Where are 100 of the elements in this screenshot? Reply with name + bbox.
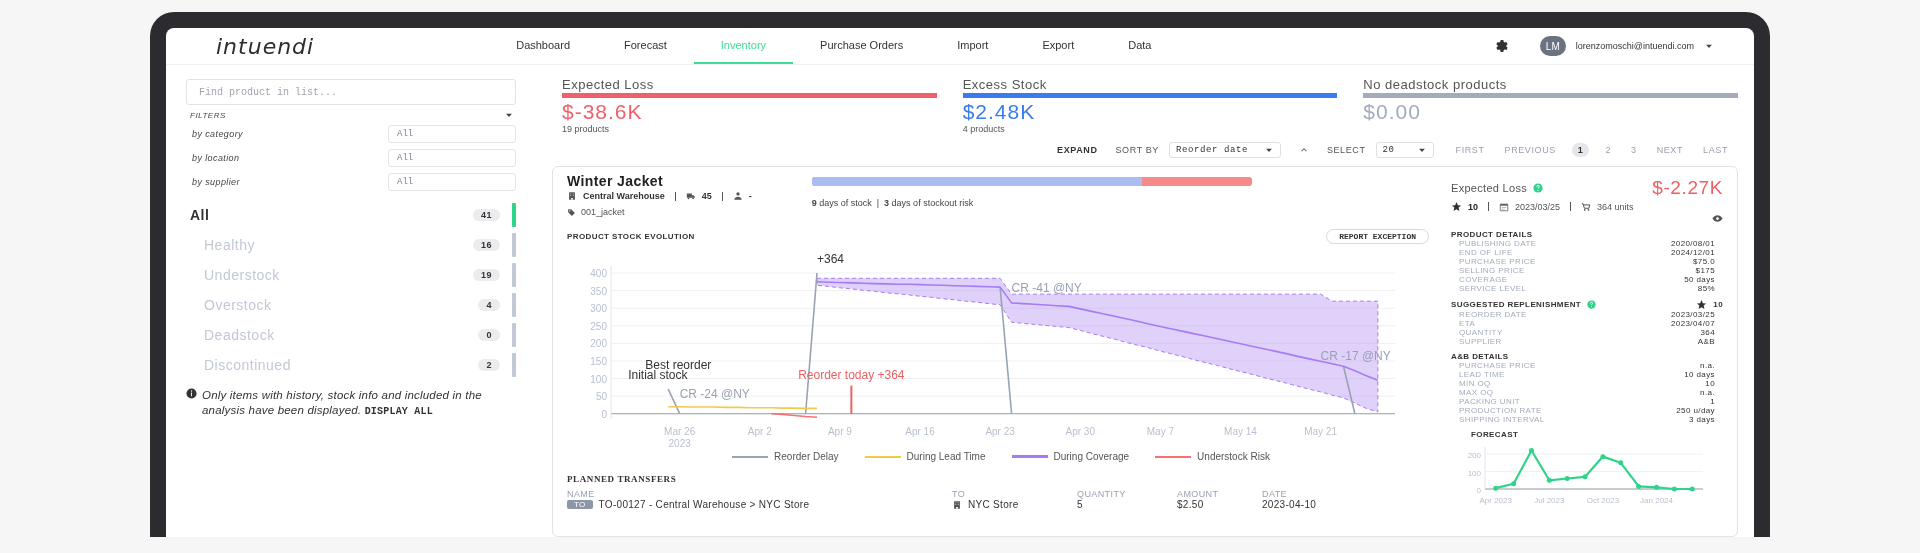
axis-label: 100 — [590, 373, 607, 385]
category-item[interactable]: Understock 19 — [186, 260, 516, 290]
person-icon — [732, 191, 743, 201]
axis-label: Oct 2023 — [1586, 496, 1620, 505]
data-point — [1511, 481, 1517, 487]
detail-value: 2023/04/07 — [1670, 319, 1715, 328]
detail-label: PRODUCTION RATE — [1459, 406, 1542, 415]
expected-loss-label: Expected Loss — [1451, 182, 1528, 194]
filter-dropdown[interactable]: All — [388, 125, 516, 143]
star-icon — [1696, 299, 1708, 310]
sort-dropdown[interactable]: Reorder date — [1168, 142, 1281, 158]
detail-value: A&B — [1697, 337, 1715, 346]
nav-tab[interactable]: Purchase Orders — [793, 28, 931, 64]
building-icon — [952, 499, 962, 510]
expand-button[interactable]: EXPAND — [1057, 145, 1098, 155]
axis-label: 250 — [590, 320, 607, 332]
priority-value: 10 — [1713, 300, 1723, 309]
page-size-dropdown[interactable]: 20 — [1375, 142, 1434, 158]
detail-label: PACKING UNIT — [1459, 397, 1521, 406]
axis-label: Jan 2024 — [1640, 496, 1673, 505]
chart-annotation: CR -17 @NY — [1320, 349, 1391, 364]
detail-value: 10 — [1705, 379, 1715, 388]
detail-label: MIN OQ — [1459, 379, 1491, 388]
user-avatar[interactable]: LM — [1539, 36, 1566, 56]
legend-label: During Lead Time — [906, 451, 986, 462]
detail-value: 1 — [1710, 397, 1715, 406]
stock-count: 45 — [701, 191, 712, 201]
axis-label: 50 — [595, 391, 607, 403]
data-point — [1582, 474, 1588, 480]
detail-label: END OF LIFE — [1459, 248, 1513, 257]
axis-label: May 7 — [1146, 426, 1174, 437]
nav-tab[interactable]: Dashboard — [489, 28, 597, 64]
priority-value: 10 — [1468, 201, 1478, 212]
app-logo[interactable]: intuendi — [216, 33, 315, 59]
nav-tab[interactable]: Data — [1101, 28, 1179, 64]
table-cell-text: 2023-04-10 — [1262, 499, 1318, 510]
indicator-bar — [512, 233, 516, 257]
data-point — [1528, 448, 1534, 453]
axis-label: 0 — [601, 408, 607, 420]
metric-subtitle: 19 products — [562, 124, 611, 134]
column-header: TO — [952, 489, 967, 499]
legend-swatch — [864, 455, 901, 458]
search-field[interactable]: Find product in list... — [186, 79, 516, 105]
section-title: PLANNED TRANSFERS — [567, 474, 678, 484]
select-label: SELECT — [1326, 145, 1366, 155]
chart-annotation: CR -24 @NY — [679, 386, 750, 401]
expected-loss-value: $-2.27K — [1652, 177, 1723, 199]
product-name: Winter Jacket — [567, 173, 665, 189]
truck-icon — [685, 191, 696, 201]
supplier-value: - — [748, 191, 752, 201]
detail-value: 3 days — [1689, 415, 1715, 424]
data-point — [1618, 460, 1624, 466]
display-all-link[interactable]: DISPLAY ALL — [364, 406, 433, 417]
count-badge: 0 — [478, 329, 500, 341]
nav-tab[interactable]: Export — [1015, 28, 1102, 64]
filter-dropdown[interactable]: All — [388, 173, 516, 191]
tag-icon — [567, 207, 576, 217]
reorder-marker — [850, 384, 853, 415]
category-item[interactable]: Overstock 4 — [186, 290, 516, 320]
reorder-date: 2023/03/25 — [1515, 201, 1561, 212]
detail-value: 2024/12/01 — [1670, 248, 1715, 257]
chart-annotation: Reorder today +364 — [798, 367, 905, 382]
report-exception-button[interactable]: REPORT EXCEPTION — [1326, 229, 1429, 244]
detail-value: n.a. — [1700, 388, 1715, 397]
detail-label: PURCHASE PRICE — [1459, 257, 1536, 266]
order-units: 364 units — [1597, 201, 1634, 212]
nav-tab[interactable]: Forecast — [597, 28, 694, 64]
detail-value: 50 days — [1684, 275, 1715, 284]
data-point — [1671, 486, 1677, 492]
type-tag: TO — [567, 500, 593, 509]
nav-tab[interactable]: Import — [930, 28, 1016, 64]
legend-label: Reorder Delay — [774, 451, 839, 462]
category-item[interactable]: All 41 — [186, 200, 516, 230]
detail-label: SHIPPING INTERVAL — [1459, 415, 1545, 424]
data-point — [1564, 476, 1570, 481]
pagination-link[interactable]: 1 — [1571, 143, 1590, 157]
category-item[interactable]: Deadstock 0 — [186, 320, 516, 350]
category-item[interactable]: Healthy 16 — [186, 230, 516, 260]
axis-label: 400 — [590, 268, 607, 280]
count-badge: 4 — [478, 299, 500, 311]
metric-title: Excess Stock — [962, 77, 1048, 92]
category-item[interactable]: Discontinued 2 — [186, 350, 516, 380]
axis-label: Apr 30 — [1065, 426, 1095, 437]
metric-title: Expected Loss — [562, 77, 655, 92]
axis-label: 200 — [1467, 451, 1481, 460]
axis-label: Apr 2 — [747, 426, 772, 437]
legend-swatch — [1155, 455, 1192, 458]
filter-label: by location — [192, 153, 240, 163]
user-email[interactable]: lorenzomoschi@intuendi.com — [1575, 41, 1694, 51]
filters-label: FILTERS — [190, 110, 226, 120]
axis-label: Apr 16 — [905, 426, 935, 437]
detail-value: 250 u/day — [1676, 406, 1715, 415]
axis-label: Apr 9 — [827, 426, 852, 437]
filter-dropdown[interactable]: All — [388, 149, 516, 167]
detail-value: 10 days — [1684, 370, 1715, 379]
table-cell-text: $2.50 — [1177, 499, 1205, 510]
filter-label: by category — [192, 129, 243, 139]
detail-label: COVERAGE — [1459, 275, 1508, 284]
data-point — [1600, 454, 1606, 460]
detail-value: 2020/08/01 — [1670, 239, 1715, 248]
